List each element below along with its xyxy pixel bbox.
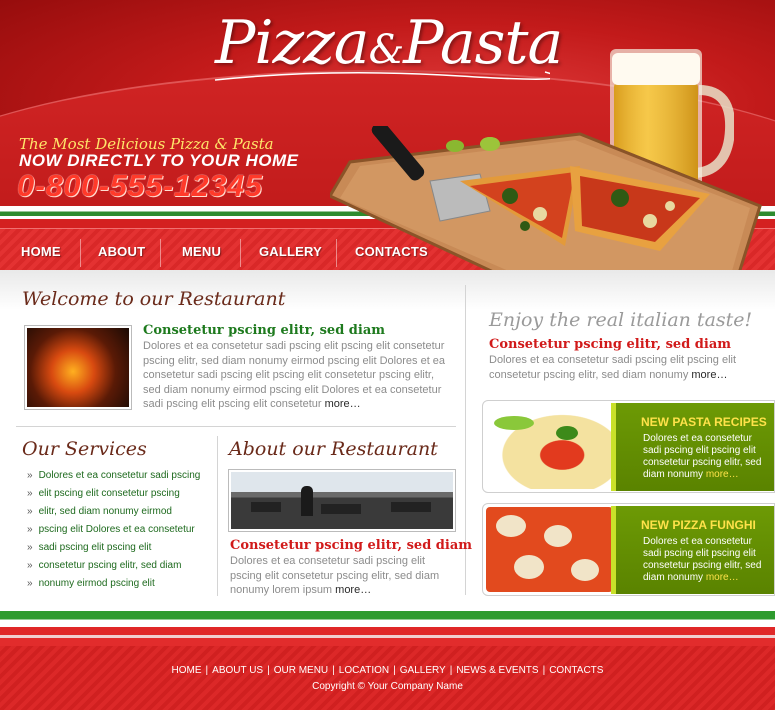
chevron-right-icon: » <box>27 560 33 571</box>
about-title: About our Restaurant <box>229 438 438 460</box>
services-title: Our Services <box>22 438 147 460</box>
main-nav: HOME ABOUT MENU GALLERY CONTACTS <box>0 228 775 270</box>
logo-swash-icon <box>214 71 550 81</box>
italian-more-link[interactable]: more… <box>691 369 727 381</box>
welcome-body: Dolores et ea consetetur sadi pscing eli… <box>143 340 446 410</box>
footer-link-contacts[interactable]: CONTACTS <box>549 665 603 676</box>
welcome-pizza-image <box>24 325 132 410</box>
nav-separator <box>336 239 337 267</box>
nav-gallery[interactable]: GALLERY <box>259 229 322 271</box>
italian-text: Dolores et ea consetetur sadi pscing eli… <box>489 353 754 382</box>
service-link[interactable]: » elitr, sed diam nonumy eirmod <box>27 506 172 517</box>
service-link[interactable]: » consetetur pscing elitr, sed diam <box>27 560 181 571</box>
nav-about[interactable]: ABOUT <box>98 229 145 271</box>
nav-contacts[interactable]: CONTACTS <box>355 229 428 271</box>
footer-link-about-us[interactable]: ABOUT US <box>212 665 263 676</box>
promo-pasta[interactable]: NEW PASTA RECIPES Dolores et ea consetet… <box>482 400 775 493</box>
section-divider <box>16 426 456 427</box>
nav-separator <box>240 239 241 267</box>
about-text: Dolores et ea consetetur sadi pscing eli… <box>230 554 458 598</box>
service-label: Dolores et ea consetetur sadi pscing <box>38 470 201 481</box>
footer-link-location[interactable]: LOCATION <box>339 665 389 676</box>
service-label: elitr, sed diam nonumy eirmod <box>38 506 172 517</box>
service-label: sadi pscing elit pscing elit <box>38 542 152 553</box>
footer-nav: HOME | ABOUT US | OUR MENU | LOCATION | GALLERY |… <box>0 665 775 676</box>
promo-text: Dolores et ea consetetur sadi pscing eli… <box>643 536 768 584</box>
chevron-right-icon: » <box>27 506 33 517</box>
service-link[interactable]: » Dolores et ea consetetur sadi pscing <box>27 470 200 481</box>
footer-link-home[interactable]: HOME <box>172 665 202 676</box>
footer-link-our-menu[interactable]: OUR MENU <box>274 665 328 676</box>
about-heading: Consetetur pscing elitr, sed diam <box>230 538 473 553</box>
phone-number: 0-800-555-12345 <box>17 168 263 203</box>
pizza-funghi-image <box>486 507 613 592</box>
service-link[interactable]: » elit pscing elit consetetur pscing <box>27 488 180 499</box>
welcome-text: Dolores et ea consetetur sadi pscing eli… <box>143 339 448 412</box>
promo-body: Dolores et ea consetetur sadi pscing eli… <box>643 536 762 583</box>
about-more-link[interactable]: more… <box>335 584 371 596</box>
footer <box>0 646 775 710</box>
promo-more-link[interactable]: more… <box>706 469 739 480</box>
promo-text: Dolores et ea consetetur sadi pscing eli… <box>643 433 768 481</box>
chevron-right-icon: » <box>27 524 33 535</box>
italian-title: Enjoy the real italian taste! <box>489 309 753 331</box>
footer-italian-stripe <box>0 606 775 646</box>
footer-separator: | <box>449 665 453 676</box>
footer-separator: | <box>332 665 335 676</box>
restaurant-interior-image <box>228 469 456 532</box>
promo-pizza-funghi[interactable]: NEW PIZZA FUNGHI Dolores et ea consetetu… <box>482 503 775 596</box>
promo-title: NEW PASTA RECIPES <box>641 415 767 429</box>
service-label: elit pscing elit consetetur pscing <box>38 488 180 499</box>
nav-separator <box>80 239 81 267</box>
footer-link-gallery[interactable]: GALLERY <box>400 665 446 676</box>
nav-separator <box>160 239 161 267</box>
footer-separator: | <box>205 665 209 676</box>
column-divider <box>217 436 218 596</box>
footer-separator: | <box>393 665 396 676</box>
service-label: nonumy eirmod pscing elit <box>38 578 155 589</box>
welcome-more-link[interactable]: more… <box>325 398 361 410</box>
page: Pizza&Pasta The Most Delicious Pizza & P… <box>0 0 775 710</box>
service-link[interactable]: » pscing elit Dolores et ea consetetur <box>27 524 195 535</box>
footer-separator: | <box>267 665 270 676</box>
promo-more-link[interactable]: more… <box>706 572 739 583</box>
welcome-title: Welcome to our Restaurant <box>22 288 286 310</box>
promo-body: Dolores et ea consetetur sadi pscing eli… <box>643 433 762 480</box>
service-link[interactable]: » sadi pscing elit pscing elit <box>27 542 151 553</box>
copyright: Copyright © Your Company Name <box>312 681 463 692</box>
service-label: consetetur pscing elitr, sed diam <box>38 560 182 571</box>
footer-separator: | <box>542 665 546 676</box>
chevron-right-icon: » <box>27 542 33 553</box>
italian-heading: Consetetur pscing elitr, sed diam <box>489 337 732 352</box>
chevron-right-icon: » <box>27 470 33 481</box>
nav-menu[interactable]: MENU <box>182 229 221 271</box>
service-label: pscing elit Dolores et ea consetetur <box>38 524 195 535</box>
promo-title: NEW PIZZA FUNGHI <box>641 518 756 532</box>
service-link[interactable]: » nonumy eirmod pscing elit <box>27 578 155 589</box>
nav-home[interactable]: HOME <box>21 229 61 271</box>
footer-link-news-events[interactable]: NEWS & EVENTS <box>456 665 538 676</box>
welcome-heading: Consetetur pscing elitr, sed diam <box>143 323 386 338</box>
pasta-dish-image <box>486 404 613 489</box>
chevron-right-icon: » <box>27 578 33 589</box>
chevron-right-icon: » <box>27 488 33 499</box>
